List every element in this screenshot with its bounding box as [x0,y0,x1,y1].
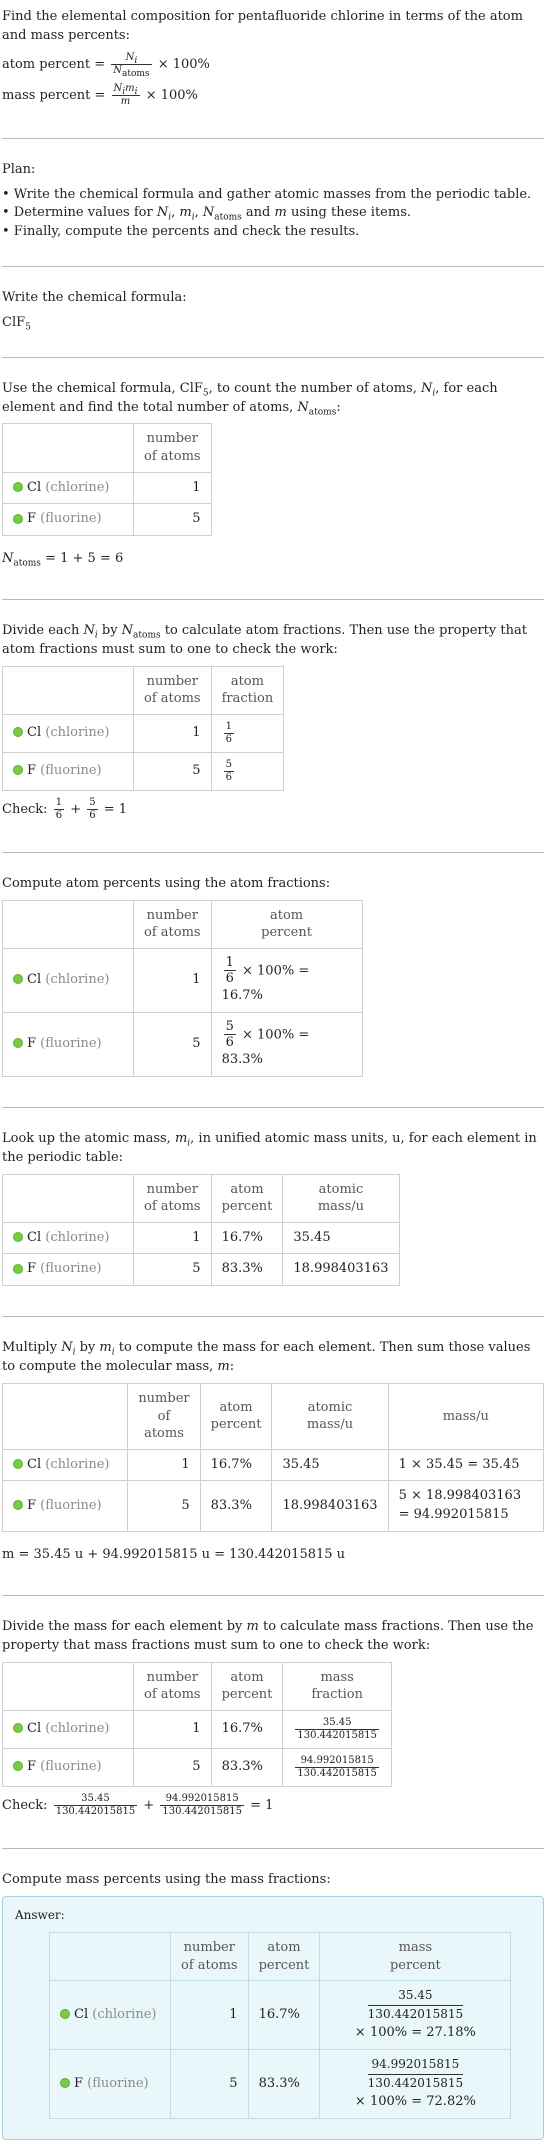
table-row: F (fluorine) 5 56 × 100% = 83.3% [2,1011,363,1077]
divider [2,1847,544,1849]
divider [2,851,544,853]
element-dot-icon [13,1459,23,1470]
table-row: F (fluorine) 5 83.3% 94.992015815 130.442… [2,1747,392,1787]
table-row: Cl (chlorine) 1 16.7% 35.45 130.442015815 [2,1709,392,1749]
step-text: Use the chemical formula, ClF5, to count… [2,380,498,418]
element-dot-icon [13,974,23,985]
plan-item: • Finally, compute the percents and chec… [2,224,360,240]
divider [2,599,544,601]
table-row: Cl (chlorine) 1 16 × 100% = 16.7% [2,947,363,1013]
mass-fraction-check: Check: 35.45 130.442015815 + 94.992015815… [2,1792,274,1817]
atom-fraction-table: number of atoms atom fraction Cl (chlorine… [2,665,285,791]
header-number-of-atoms: number of atoms [133,423,212,473]
plan-title: Plan: [2,161,36,177]
element-dot-icon [60,2078,70,2089]
mass-fraction-section: Divide the mass for each element by m to… [2,1612,544,1838]
answer-label: Answer: [15,1907,65,1922]
fraction-section: Divide each Ni by Natoms to calculate at… [2,616,544,842]
fraction: Nimi m [111,82,140,107]
step-text: Look up the atomic mass, mi, in unified … [2,1130,537,1165]
question-text: Find the elemental composition for penta… [2,9,523,43]
atom-percent-formula: atom percent = Ni Natoms × 100% [2,51,210,79]
table-row: F (fluorine) 5 83.3% 18.998403163 [2,1253,400,1287]
divider [2,1316,544,1318]
step-text: Divide the mass for each element by m to… [2,1619,534,1653]
element-dot-icon [13,513,23,524]
element-dot-icon [13,482,23,493]
table-row: Cl (chlorine) 1 16.7% 35.45 [2,1221,400,1255]
table-row: Cl (chlorine) 1 16 [2,713,285,753]
table-row: Cl (chlorine) 1 16.7% 35.45 130.442015815… [49,1980,512,2051]
element-dot-icon [13,1263,23,1274]
plan-item: • Write the chemical formula and gather … [2,186,532,202]
table-row: Cl (chlorine) 1 16.7% 35.45 1 × 35.45 = … [1,1448,545,1482]
answer-box: Answer: number of atoms atom percent mass p… [2,1895,544,2141]
element-dot-icon [13,1761,23,1772]
plan-section: Plan: • Write the chemical formula and g… [2,155,544,256]
lookup-section: Look up the atomic mass, mi, in unified … [2,1124,544,1306]
divider [2,137,544,139]
step-text: Compute atom percents using the atom fra… [2,875,331,891]
mass-fraction-table: number of atoms atom percent mass fraction … [2,1661,392,1787]
mass-percent-formula: mass percent = Nimi m × 100% [2,82,198,107]
step-text: Compute mass percents using the mass fra… [2,1871,331,1887]
atom-count-table: number of atoms Cl (chlorine) 1 F (fluori… [2,423,212,537]
element-dot-icon [13,765,23,776]
table-row: Cl (chlorine) 1 [2,471,212,505]
step-text: Divide each Ni by Natoms to calculate at… [2,623,527,657]
chemical-formula: ClF5 [2,314,31,333]
plan-item: • Determine values for Ni, mi, Natoms an… [2,205,411,223]
divider [2,356,544,358]
formula-title: Write the chemical formula: [2,290,187,306]
element-dot-icon [13,727,23,738]
table-row: F (fluorine) 5 [2,503,212,537]
atom-percent-table: number of atoms atom percent Cl (chlorine)… [2,899,363,1077]
element-dot-icon [13,1723,23,1734]
atom-percent-section: Compute atom percents using the atom fra… [2,869,544,1097]
element-dot-icon [13,1232,23,1243]
divider [2,266,544,268]
element-dot-icon [13,1500,23,1511]
fraction: Ni Natoms [111,51,152,79]
natoms-result: Natoms = 1 + 5 = 6 [2,551,124,569]
step-text: Multiply Ni by mi to compute the mass fo… [2,1340,531,1375]
element-dot-icon [60,2009,70,2020]
mass-table: number of atoms atom percent atomic mass/u … [1,1383,545,1533]
answer-table: number of atoms atom percent mass percent C… [49,1932,512,2120]
atomic-mass-table: number of atoms atom percent atomic mass/u … [2,1173,400,1287]
intro-section: Find the elemental composition for penta… [2,2,544,128]
table-row: F (fluorine) 5 83.3% 18.998403163 5 × 18… [1,1480,545,1533]
table-row: F (fluorine) 5 83.3% 94.992015815 130.442… [49,2049,512,2120]
divider [2,1106,544,1108]
formula-section: Write the chemical formula: ClF5 [2,283,544,347]
divider [2,1595,544,1597]
element-dot-icon [13,1038,23,1049]
multiply-section: Multiply Ni by mi to compute the mass fo… [1,1333,545,1585]
mass-percent-section: Compute mass percents using the mass fra… [2,1865,544,2154]
molecular-mass-result: m = 35.45 u + 94.992015815 u = 130.44201… [2,1547,346,1563]
table-row: F (fluorine) 5 56 [2,751,285,791]
fraction-check: Check: 16 + 56 = 1 [2,796,128,821]
count-section: Use the chemical formula, ClF5, to count… [2,374,544,589]
